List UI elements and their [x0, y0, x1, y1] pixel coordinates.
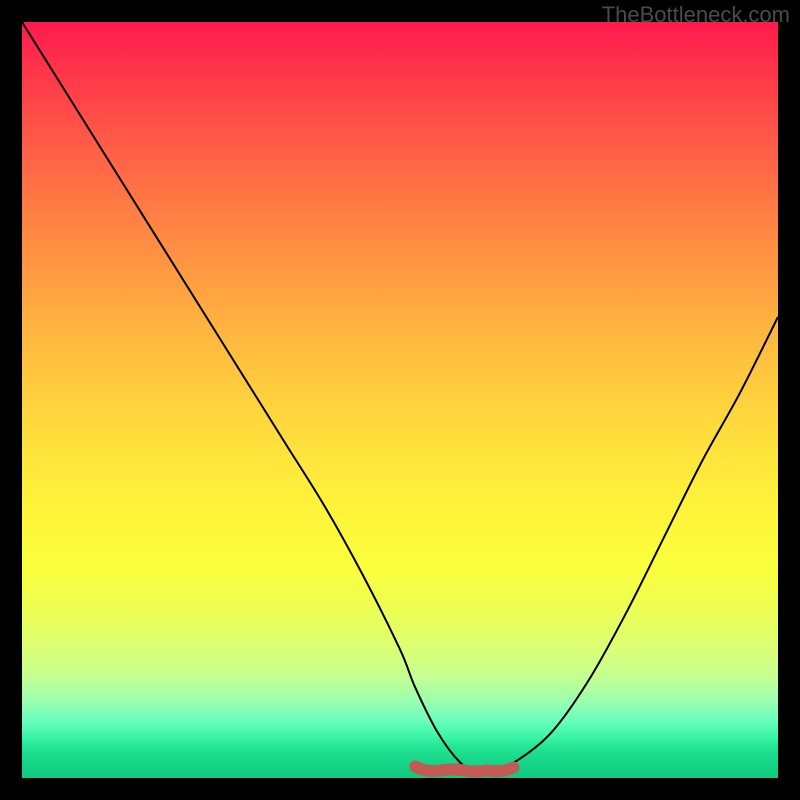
- flat-region-highlight: [415, 766, 513, 771]
- chart-frame: TheBottleneck.com: [0, 0, 800, 800]
- bottleneck-curve: [22, 22, 778, 771]
- plot-area: [22, 22, 778, 778]
- curve-layer: [22, 22, 778, 778]
